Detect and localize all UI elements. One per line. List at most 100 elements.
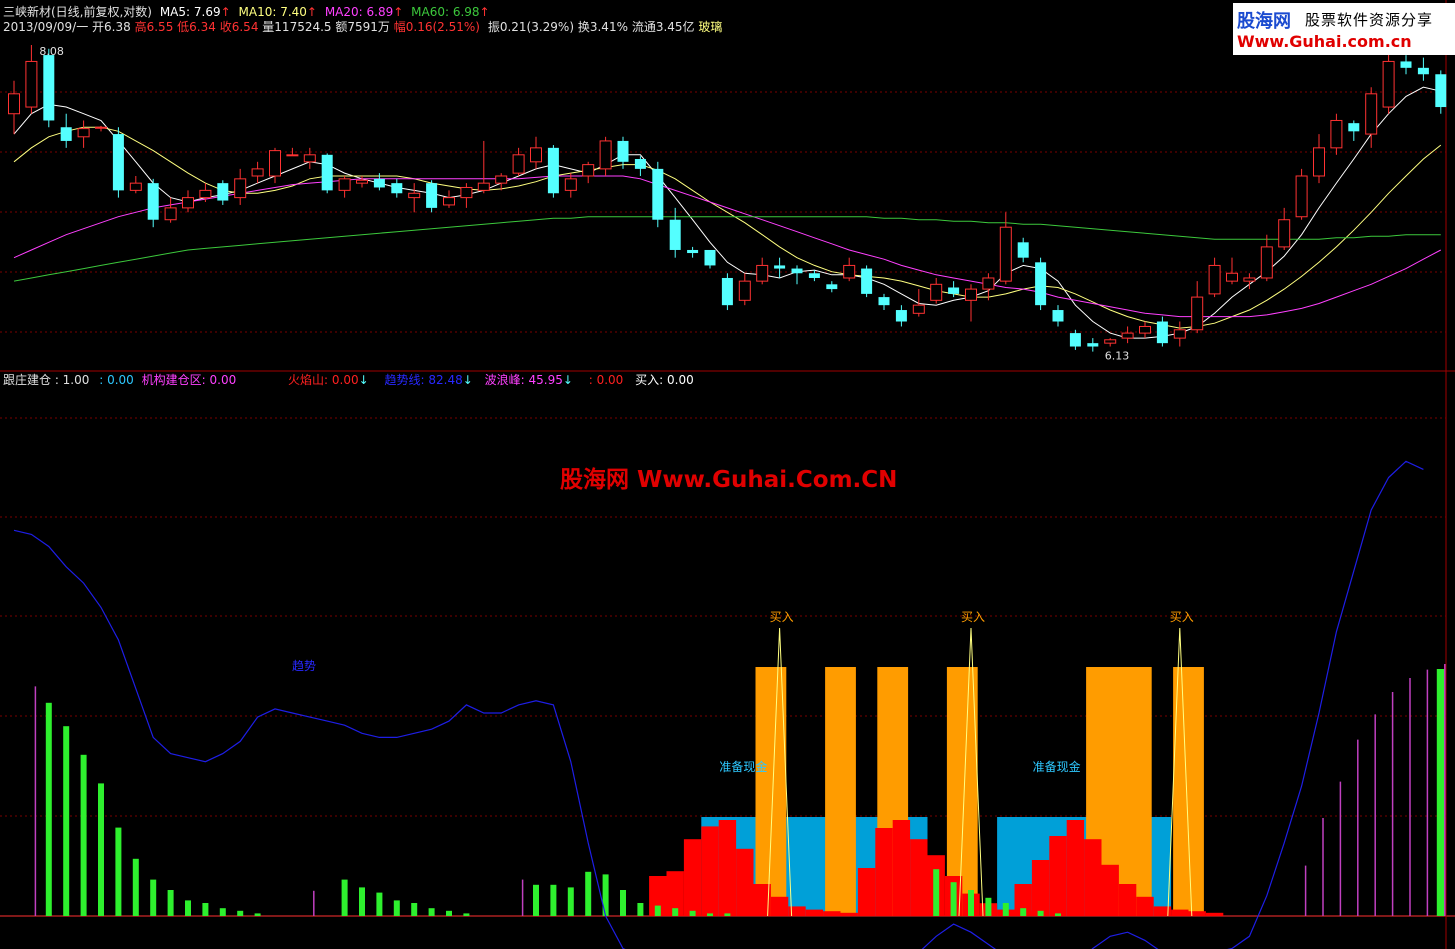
fire-bar [1205, 912, 1224, 916]
up-arrow-icon: ↑ [220, 5, 231, 19]
fire-bar [1084, 839, 1102, 916]
green-bar [202, 903, 209, 916]
turnover-label: 换3.41% [577, 20, 628, 34]
candle-body-up [443, 197, 455, 206]
prepare-cash-label: 准备现金 [719, 759, 767, 774]
candle-body-down [1087, 343, 1099, 347]
green-bar [393, 900, 400, 916]
candle-body-up [286, 154, 299, 157]
fire-bar [840, 912, 858, 916]
candle-body-down [721, 277, 733, 306]
candle-body-down [547, 147, 559, 194]
green-bar [150, 879, 157, 916]
candle-body-up [77, 128, 90, 138]
candle-body-down [1400, 61, 1412, 68]
quote-header: 2013/09/09/一 开6.38 高6.55 低6.34 收6.54 量11… [3, 20, 722, 35]
candle-body-up [1295, 175, 1308, 218]
fire-bar [892, 820, 911, 916]
candle-body-up [182, 197, 194, 209]
watermark-logo-box: 股海网 股票软件资源分享 Www.Guhai.com.cn [1233, 3, 1455, 55]
max-price-label: 8.08 [39, 45, 64, 58]
candle-body-up [912, 304, 925, 314]
fire-bar [1049, 836, 1067, 916]
build-zone [755, 667, 787, 916]
candle-body-down [669, 219, 681, 250]
candle-body-down [426, 183, 438, 208]
amount-label: 额7591万 [335, 20, 390, 34]
candle-body-down [617, 140, 629, 162]
fire-bar [1118, 884, 1137, 916]
fire-bar [910, 839, 928, 916]
ma60-label: MA60: 6.98 [411, 5, 480, 19]
candle-body-down [217, 183, 229, 201]
candle-body-up [25, 60, 38, 108]
green-bar [359, 887, 365, 916]
high-label: 高6.55 [134, 20, 174, 34]
candle-body-up [1191, 296, 1204, 331]
candle-body-up [460, 186, 473, 199]
candle-body-up [1208, 264, 1221, 295]
green-bar [550, 884, 557, 916]
up-arrow-icon: ↑ [479, 5, 490, 19]
green-bar [1037, 910, 1044, 916]
indicator-label-6: 波浪峰: 45.95 [484, 373, 563, 387]
sector-label: 玻璃 [698, 20, 723, 34]
candle-body-up [129, 182, 142, 191]
green-bar [533, 884, 539, 916]
indicator-label-5: 趋势线: 82.48 [384, 373, 463, 387]
price-layer: 8.08 6.13 [8, 45, 1447, 363]
green-bar [237, 910, 244, 916]
ma20-label: MA20: 6.89 [324, 5, 394, 19]
fire-bar [823, 911, 841, 916]
watermark-slogan: 股票软件资源分享 [1305, 11, 1434, 29]
candle-body-down [652, 168, 664, 220]
candle-body-up [269, 150, 281, 177]
down-arrow-icon: ↓ [562, 373, 573, 387]
green-bar [254, 913, 261, 916]
candle-body-down [1017, 242, 1029, 258]
green-bar [341, 879, 348, 916]
green-bar [80, 754, 87, 916]
green-bar [219, 908, 226, 916]
build-zone [1173, 667, 1204, 916]
candle-body-up [1121, 332, 1134, 339]
candle-body-up [477, 182, 490, 191]
fire-bar [1188, 911, 1206, 916]
candle-body-down [1069, 333, 1081, 347]
fire-bar [683, 839, 702, 916]
min-price-label: 6.13 [1105, 350, 1130, 363]
candle-body-up [251, 168, 264, 177]
indicator-label-1: 跟庄建仓 : 1.00 [3, 373, 90, 387]
green-bar [637, 903, 644, 916]
candle-body-up [1365, 93, 1378, 135]
center-watermark: 股海网 Www.Guhai.Com.CN [560, 467, 898, 493]
green-bar [672, 908, 679, 916]
trend-label: 趋势 [292, 659, 316, 673]
candle-body-up [1104, 339, 1117, 344]
candle-body-up [1382, 60, 1395, 108]
green-bar [620, 890, 626, 916]
fire-bar [1136, 896, 1154, 916]
indicator-header: 跟庄建仓 : 1.00 : 0.00 机构建仓区: 0.00 火焰山: 0.00… [3, 373, 694, 388]
candle-body-down [895, 310, 907, 322]
fire-bar [1101, 864, 1119, 916]
green-bar [167, 890, 174, 916]
volume-label: 量117524.5 [262, 20, 332, 34]
watermark-logo: 股海网 [1237, 11, 1291, 32]
candle-body-down [878, 297, 890, 306]
low-label: 低6.34 [177, 20, 216, 34]
green-bar [428, 908, 435, 916]
candle-body-up [1278, 219, 1291, 248]
buy-label: 买入 [770, 610, 794, 624]
down-arrow-icon: ↓ [462, 373, 473, 387]
green-bar [115, 827, 122, 916]
watermark-url: Www.Guhai.com.cn [1237, 32, 1412, 51]
indicator-label-7: : 0.00 [588, 373, 624, 387]
candle-body-down [704, 249, 716, 266]
candle-body-down [1052, 310, 1064, 322]
green-bar [98, 783, 104, 916]
candle-body-up [408, 192, 421, 199]
candle-body-up [564, 178, 577, 191]
green-bar [411, 903, 418, 916]
green-bar [950, 882, 957, 916]
